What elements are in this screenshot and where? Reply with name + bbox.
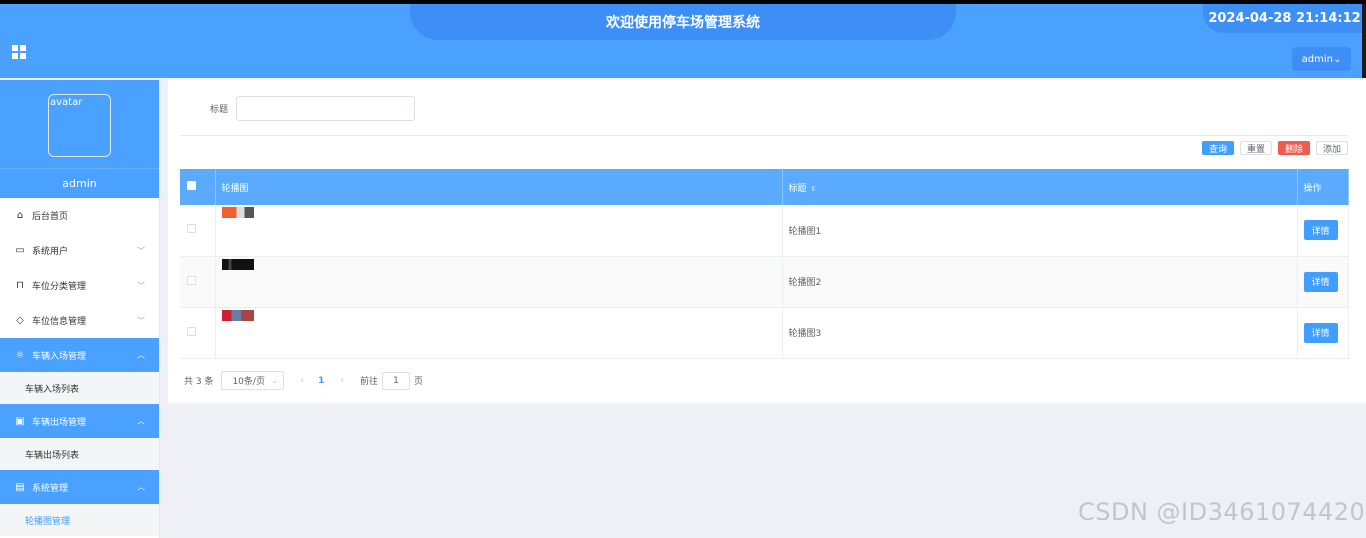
delete-button[interactable]: 删除 [1278,141,1310,155]
column-header-image: 轮播图 [215,169,783,205]
goto-label: 前往 [359,377,378,387]
select-all-checkbox[interactable] [187,181,196,190]
row-checkbox-cell [180,205,216,257]
sidebar-item-label: 系统用户 [32,247,69,257]
carousel-thumbnail[interactable] [221,258,254,270]
carousel-title-cell: 轮播图1 [782,205,1298,257]
sidebar-username: admin [0,168,159,198]
add-button[interactable]: 添加 [1316,141,1348,155]
table-row: 轮播图3 详情 [180,307,1349,359]
search-row: 标题 [210,96,416,121]
page-size-select[interactable]: 10条/页 ⌄ [221,371,285,390]
sidebar-item-label: 车辆出场管理 [32,417,87,428]
sidebar-item-label: 车辆入场管理 [32,351,87,362]
main-panel: 标题 查询 重置 删除 添加 轮播图 标题 ⇕ 操作 轮播图1 详情 轮播图2 … [168,80,1366,403]
row-checkbox[interactable] [187,224,196,234]
carousel-thumbnail[interactable] [221,309,254,321]
detail-button[interactable]: 详情 [1303,271,1338,292]
user-menu-label: admin [1301,53,1333,65]
carousel-image-cell [215,256,783,308]
column-header-actions: 操作 [1297,169,1349,205]
column-header-title[interactable]: 标题 ⇕ [782,169,1298,205]
select-all-cell [180,169,216,205]
avatar-alt-text: avatar [50,97,83,108]
sidebar-subitem-entry-list[interactable]: 车辆入场列表 [0,372,159,404]
header-bar: 欢迎使用停车场管理系统 2024-04-28 21:14:12 admin ⌄ [0,4,1366,78]
page-suffix: 页 [413,377,423,387]
watermark: CSDN @ID3461074420 [1078,498,1366,526]
sun-icon: ☼ [15,349,25,361]
sidebar-item-label: 车位分类管理 [32,282,87,292]
carousel-title-cell: 轮播图2 [782,256,1298,308]
tag-icon: ◇ [16,315,24,326]
clipboard-icon: ▤ [15,481,25,493]
pagination: 共 3 条 10条/页 ⌄ ‹ 1 › 前往 1 页 [184,371,423,390]
sidebar-item-label: 系统管理 [32,483,69,494]
action-bar: 查询 重置 删除 添加 [1196,141,1348,155]
sidebar-item-label: 后台首页 [32,212,69,222]
sidebar-item-vehicle-exit[interactable]: ▣ 车辆出场管理 ︿ [0,404,159,438]
goto-page-input[interactable]: 1 [381,371,410,390]
sidebar-item-vehicle-entry[interactable]: ☼ 车辆入场管理 ︿ [0,338,159,372]
row-checkbox[interactable] [187,275,196,285]
table-row: 轮播图1 详情 [180,205,1349,257]
chevron-down-icon: ⌄ [271,376,278,385]
prev-page-icon[interactable]: ‹ [300,376,304,386]
chevron-down-icon: ⌄ [1332,53,1342,65]
row-actions-cell: 详情 [1297,205,1349,257]
sidebar-item-label: 车位信息管理 [32,317,87,327]
menu-toggle-icon[interactable] [12,45,26,59]
next-page-icon[interactable]: › [340,376,344,386]
column-header-title-label: 标题 [788,183,807,194]
sidebar-item-system-management[interactable]: ▤ 系统管理 ︿ [0,470,159,504]
chevron-down-icon: ﹀ [137,316,145,325]
box-icon: ▣ [15,415,25,427]
bookmark-icon: ⊓ [16,280,24,291]
detail-button[interactable]: 详情 [1303,220,1338,241]
title-search-input[interactable] [236,96,416,121]
detail-button[interactable]: 详情 [1303,322,1338,343]
row-actions-cell: 详情 [1297,256,1349,308]
row-checkbox-cell [180,256,216,308]
row-actions-cell: 详情 [1297,307,1349,359]
sidebar-subitem-exit-list[interactable]: 车辆出场列表 [0,438,159,470]
reset-button[interactable]: 重置 [1240,141,1272,155]
table-header-row: 轮播图 标题 ⇕ 操作 [180,169,1349,205]
home-icon: ⌂ [16,210,24,221]
carousel-title-cell: 轮播图3 [782,307,1298,359]
carousel-thumbnail[interactable] [221,207,254,219]
avatar: avatar [48,94,111,157]
table-row: 轮播图2 详情 [180,256,1349,308]
carousel-table: 轮播图 标题 ⇕ 操作 轮播图1 详情 轮播图2 详情 轮播图3 详情 [180,169,1349,359]
datetime-display: 2024-04-28 21:14:12 [1203,4,1366,33]
carousel-image-cell [215,307,783,359]
carousel-image-cell [215,205,783,257]
page-number-current[interactable]: 1 [318,376,324,386]
profile-card: avatar [0,80,159,168]
total-count: 共 3 条 [184,377,214,387]
sidebar-item-space-category[interactable]: ⊓ 车位分类管理 ﹀ [0,268,159,303]
row-checkbox-cell [180,307,216,359]
window-edge [1362,4,1366,78]
sidebar-item-space-info[interactable]: ◇ 车位信息管理 ﹀ [0,303,159,338]
monitor-icon: ▭ [15,245,25,256]
query-button[interactable]: 查询 [1202,141,1234,155]
sidebar-item-system-users[interactable]: ▭ 系统用户 ﹀ [0,233,159,268]
sidebar-subitem-carousel[interactable]: 轮播图管理 [0,504,159,536]
system-title: 欢迎使用停车场管理系统 [410,4,956,40]
chevron-down-icon: ﹀ [137,246,145,255]
row-checkbox[interactable] [187,326,196,336]
chevron-up-icon: ︿ [137,350,145,360]
user-menu-button[interactable]: admin ⌄ [1292,47,1351,71]
sidebar-item-home[interactable]: ⌂ 后台首页 [0,198,159,233]
chevron-down-icon: ﹀ [137,281,145,290]
sidebar: avatar admin ⌂ 后台首页 ▭ 系统用户 ﹀ ⊓ 车位分类管理 ﹀ … [0,80,160,538]
chevron-up-icon: ︿ [137,482,145,492]
chevron-up-icon: ︿ [137,416,145,426]
search-label: 标题 [210,105,229,115]
divider [180,135,1348,136]
page-size-value: 10条/页 [232,377,265,387]
sort-icon[interactable]: ⇕ [811,185,817,193]
